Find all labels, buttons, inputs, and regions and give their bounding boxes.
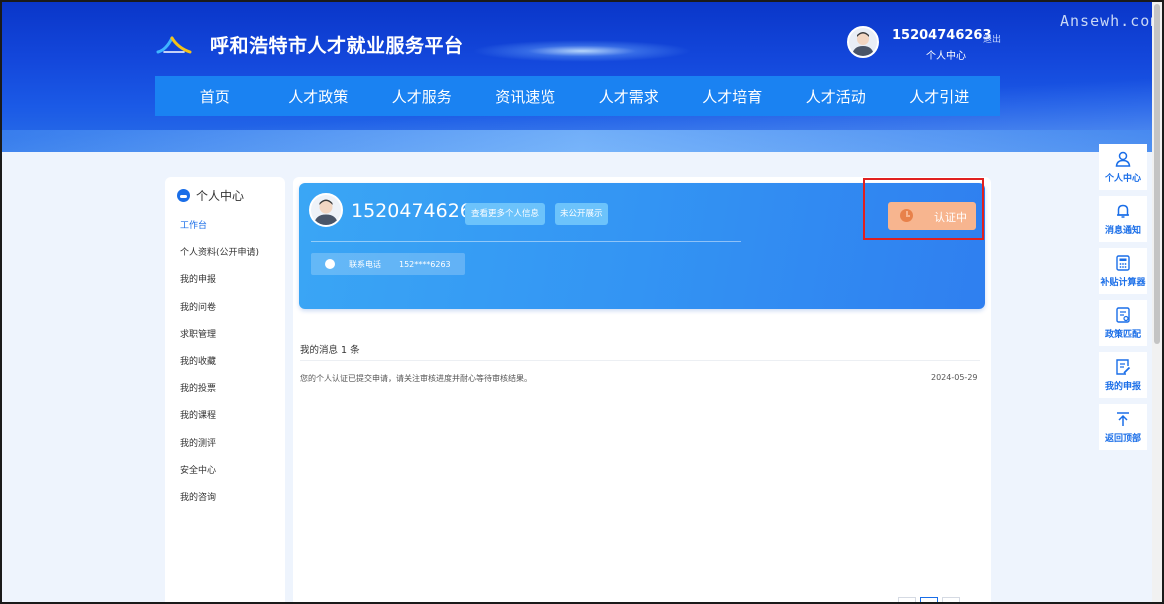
browser-frame: 呼和浩特市人才就业服务平台 15204746263 个人中心 退出 首页 人才政策…	[0, 0, 1164, 604]
nav-item-2[interactable]: 人才服务	[370, 86, 474, 107]
sidebar-item-5[interactable]: 我的收藏	[180, 355, 259, 382]
privacy-status-button[interactable]: 未公开展示	[555, 203, 608, 225]
side-tool-bell[interactable]: 消息通知	[1099, 196, 1147, 242]
edit-doc-icon	[1114, 358, 1132, 376]
nav-item-4[interactable]: 人才需求	[577, 86, 681, 107]
scrollbar-thumb[interactable]	[1154, 4, 1160, 344]
profile-avatar[interactable]	[309, 193, 343, 227]
sidebar-title: 个人中心	[196, 189, 245, 203]
nav-item-1[interactable]: 人才政策	[267, 86, 371, 107]
side-tool-user[interactable]: 个人中心	[1099, 144, 1147, 190]
banner-glow	[472, 40, 692, 62]
nav-item-6[interactable]: 人才活动	[784, 86, 888, 107]
message-text[interactable]: 您的个人认证已提交申请，请关注审核进度并耐心等待审核结果。	[300, 373, 532, 384]
contact-row: 联系电话 152****6263	[311, 253, 465, 275]
messages-title: 我的消息 1 条	[300, 345, 360, 356]
sidebar-header: 个人中心	[177, 187, 244, 204]
side-tool-label: 个人中心	[1104, 174, 1141, 184]
main-nav: 首页 人才政策 人才服务 资讯速览 人才需求 人才培育 人才活动 人才引进	[155, 76, 1000, 116]
header-banner: 呼和浩特市人才就业服务平台 15204746263 个人中心 退出 首页 人才政策…	[2, 2, 1162, 152]
side-toolbar: 个人中心消息通知补贴计算器政策匹配我的申报返回顶部	[1099, 144, 1147, 456]
side-tool-calculator[interactable]: 补贴计算器	[1099, 248, 1147, 294]
pagination	[898, 597, 960, 602]
next-page-button[interactable]	[942, 597, 960, 602]
side-tool-label: 补贴计算器	[1100, 278, 1146, 288]
sidebar-item-7[interactable]: 我的课程	[180, 409, 259, 436]
sidebar-item-1[interactable]: 个人资料(公开申请)	[180, 246, 259, 273]
sidebar-menu: 工作台 个人资料(公开申请) 我的申报 我的问卷 求职管理 我的收藏 我的投票 我的课程 我的测…	[180, 219, 259, 518]
side-tool-label: 政策匹配	[1104, 330, 1141, 340]
nav-item-3[interactable]: 资讯速览	[474, 86, 578, 107]
site-logo-icon[interactable]	[156, 32, 192, 56]
sidebar-item-2[interactable]: 我的申报	[180, 273, 259, 300]
messages-divider	[300, 360, 980, 361]
watermark: Ansewh.com	[1060, 12, 1161, 30]
sidebar-item-9[interactable]: 安全中心	[180, 464, 259, 491]
policy-match-icon	[1114, 306, 1132, 324]
side-tool-policy-match[interactable]: 政策匹配	[1099, 300, 1147, 346]
nav-item-7[interactable]: 人才引进	[888, 86, 992, 107]
arrow-up-icon	[1114, 410, 1132, 428]
sidebar-item-4[interactable]: 求职管理	[180, 328, 259, 355]
contact-label: 联系电话	[349, 259, 381, 269]
avatar-person-icon	[314, 199, 338, 225]
sidebar-item-3[interactable]: 我的问卷	[180, 301, 259, 328]
side-tool-label: 消息通知	[1104, 226, 1141, 236]
message-date: 2024-05-29	[931, 373, 978, 382]
more-info-button[interactable]: 查看更多个人信息	[465, 203, 546, 225]
nav-item-0[interactable]: 首页	[163, 86, 267, 107]
main-panel: 15204746263 查看更多个人信息 未公开展示 联系电话 152****6…	[293, 177, 991, 602]
bell-icon	[1114, 202, 1132, 220]
profile-divider	[311, 241, 741, 242]
page-scrollbar[interactable]	[1152, 2, 1162, 602]
nav-item-5[interactable]: 人才培育	[681, 86, 785, 107]
user-avatar[interactable]	[847, 26, 879, 58]
side-tool-arrow-up[interactable]: 返回顶部	[1099, 404, 1147, 450]
user-center-icon	[177, 189, 190, 202]
site-title[interactable]: 呼和浩特市人才就业服务平台	[210, 31, 464, 58]
contact-value: 152****6263	[399, 259, 451, 269]
sidebar: 个人中心 工作台 个人资料(公开申请) 我的申报 我的问卷 求职管理 我的收藏 我的投票 我的…	[165, 177, 285, 602]
sidebar-item-8[interactable]: 我的测评	[180, 437, 259, 464]
side-tool-label: 我的申报	[1104, 382, 1141, 392]
calculator-icon	[1114, 254, 1132, 272]
prev-page-button[interactable]	[898, 597, 916, 602]
side-tool-edit-doc[interactable]: 我的申报	[1099, 352, 1147, 398]
page-button-current[interactable]	[920, 597, 938, 602]
user-icon	[1114, 150, 1132, 168]
side-tool-label: 返回顶部	[1104, 434, 1141, 444]
banner-wave-band	[2, 130, 1162, 152]
sidebar-item-6[interactable]: 我的投票	[180, 382, 259, 409]
phone-icon	[325, 259, 335, 269]
avatar-person-icon	[852, 32, 874, 56]
sidebar-item-0[interactable]: 工作台	[180, 219, 259, 246]
verify-highlight-box	[863, 178, 984, 240]
user-center-link[interactable]: 个人中心	[926, 47, 966, 62]
sidebar-item-10[interactable]: 我的咨询	[180, 491, 259, 518]
user-phone[interactable]: 15204746263	[892, 28, 992, 43]
logout-link[interactable]: 退出	[983, 32, 1001, 45]
